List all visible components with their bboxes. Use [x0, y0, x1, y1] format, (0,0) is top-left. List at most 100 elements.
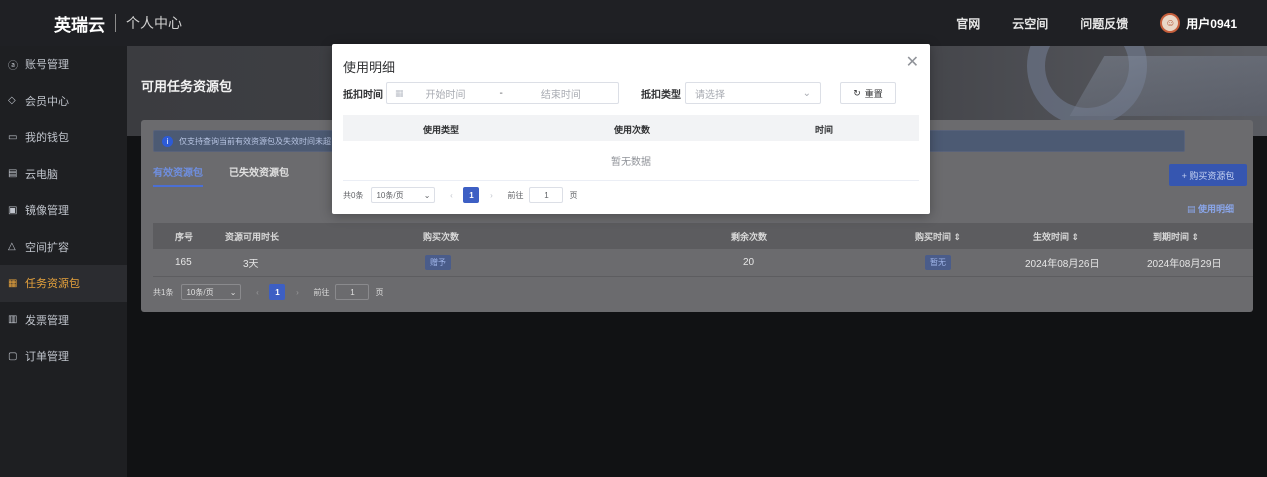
usage-details-link[interactable]: ▤ 使用明细 [1187, 202, 1234, 215]
page-unit: 页 [569, 190, 578, 200]
sidebar-item-label: 空间扩容 [25, 241, 69, 254]
divider [115, 14, 116, 32]
avatar[interactable]: ☺ [1160, 13, 1181, 33]
cell-id: 165 [175, 257, 192, 268]
prev-page-button[interactable]: ‹ [249, 284, 265, 300]
sidebar-item-account[interactable]: ⓐ 账号管理 [0, 46, 127, 83]
cell-purchase-type: 赠予 [425, 255, 451, 270]
goto-label: 前往 [507, 190, 524, 200]
order-icon: ▢ [8, 350, 18, 362]
package-icon: ▦ [8, 277, 18, 289]
top-nav: 官网 云空间 问题反馈 ☺ 用户0941 [956, 0, 1267, 46]
banner-decoration [1069, 56, 1267, 116]
column-header: 资源可用时长 [225, 231, 280, 242]
current-page[interactable]: 1 [269, 284, 286, 300]
sidebar-item-wallet[interactable]: ▭ 我的钱包 [0, 119, 127, 156]
page-unit: 页 [375, 287, 384, 297]
chevron-down-icon: ⌄ [423, 190, 431, 200]
current-page[interactable]: 1 [463, 187, 480, 203]
deduct-type-label: 抵扣类型 [641, 90, 681, 101]
cell-remaining: 20 [743, 257, 755, 268]
sidebar-item-task-packages[interactable]: ▦ 任务资源包 [0, 265, 127, 302]
nav-link-feedback[interactable]: 问题反馈 [1080, 15, 1128, 32]
cell-end-date: 2024年08月29日 [1147, 259, 1222, 270]
tabs: 有效资源包 已失效资源包 [153, 164, 315, 187]
column-header: 使用次数 [614, 125, 651, 135]
diamond-icon: ◇ [8, 95, 16, 107]
sidebar-item-cloud-pc[interactable]: ▤ 云电脑 [0, 156, 127, 193]
sidebar-item-label: 我的钱包 [25, 132, 69, 145]
sidebar-item-invoices[interactable]: ▥ 发票管理 [0, 302, 127, 339]
section-title: 个人中心 [126, 15, 182, 31]
total-count: 共0条 [343, 190, 364, 200]
next-page-button[interactable]: › [289, 284, 305, 300]
column-header: 序号 [175, 231, 194, 242]
user-name[interactable]: 用户0941 [1186, 15, 1237, 32]
buy-package-button[interactable]: + 购买资源包 [1169, 164, 1247, 186]
sidebar-item-orders[interactable]: ▢ 订单管理 [0, 338, 127, 375]
refresh-icon: ↻ [853, 87, 861, 98]
column-header-sortable[interactable]: 生效时间 ⇕ [1033, 230, 1079, 243]
pagination: 共1条 10条/页 ⌄ ‹ 1 › 前往 1 页 [153, 284, 383, 300]
tab-expired[interactable]: 已失效资源包 [229, 164, 289, 187]
invoice-icon: ▥ [8, 314, 18, 326]
logo[interactable]: 英瑞云 [54, 11, 105, 36]
sidebar-item-space[interactable]: △ 空间扩容 [0, 229, 127, 266]
cell-buy-time: 暂无 [925, 255, 951, 270]
column-header: 时间 [815, 125, 834, 135]
next-page-button[interactable]: › [483, 187, 499, 203]
notice-text: 仅支持查询当前有效资源包及失效时间未超 [179, 136, 331, 146]
sidebar-item-label: 账号管理 [25, 59, 69, 72]
cell-start-date: 2024年08月26日 [1025, 259, 1100, 270]
column-header-sortable[interactable]: 购买时间 ⇕ [915, 230, 961, 243]
chevron-down-icon: ⌄ [802, 87, 811, 99]
goto-input[interactable]: 1 [335, 284, 370, 300]
reset-button[interactable]: ↻ 重置 [840, 82, 896, 104]
empty-state: 暂无数据 [343, 141, 919, 181]
reset-label: 重置 [864, 88, 883, 99]
table-header: 序号 资源可用时长 购买次数 剩余次数 购买时间 ⇕ 生效时间 ⇕ 到期时间 ⇕ [153, 223, 1253, 249]
nav-link-cloud-space[interactable]: 云空间 [1012, 15, 1048, 32]
date-range-picker[interactable]: ▦ 开始时间 - 结束时间 [386, 82, 619, 104]
page-size-value: 10条/页 [376, 190, 404, 200]
cell-duration: 3天 [243, 259, 259, 270]
sidebar-item-label: 发票管理 [25, 314, 69, 327]
page-size-select[interactable]: 10条/页 ⌄ [371, 187, 436, 203]
calendar-icon: ▦ [395, 87, 404, 98]
sidebar-item-label: 云电脑 [25, 168, 58, 181]
sidebar-item-label: 订单管理 [25, 351, 69, 364]
dialog-pagination: 共0条 10条/页 ⌄ ‹ 1 › 前往 1 页 [343, 187, 577, 203]
start-date-input[interactable]: 开始时间 [426, 86, 466, 101]
tab-valid[interactable]: 有效资源包 [153, 164, 203, 187]
sidebar-item-label: 任务资源包 [25, 278, 80, 291]
wallet-icon: ▭ [8, 131, 18, 143]
cloud-icon: △ [8, 241, 16, 253]
total-count: 共1条 [153, 287, 174, 297]
deduct-time-label: 抵扣时间 [343, 90, 383, 101]
prev-page-button[interactable]: ‹ [443, 187, 459, 203]
column-header: 剩余次数 [731, 231, 768, 242]
page-size-value: 10条/页 [186, 287, 214, 297]
sidebar-item-label: 镜像管理 [25, 205, 69, 218]
page-size-select[interactable]: 10条/页 ⌄ [181, 284, 242, 300]
dialog-title: 使用明细 [343, 60, 396, 75]
top-bar: 英瑞云 个人中心 官网 云空间 问题反馈 ☺ 用户0941 [0, 0, 1267, 46]
image-icon: ▣ [8, 204, 18, 216]
chevron-down-icon: ⌄ [229, 287, 237, 297]
sidebar: ⓐ 账号管理 ◇ 会员中心 ▭ 我的钱包 ▤ 云电脑 ▣ 镜像管理 △ 空间扩容 ▦ 任务资源… [0, 46, 127, 477]
page-title: 可用任务资源包 [141, 79, 233, 94]
nav-link-official-site[interactable]: 官网 [956, 15, 980, 32]
usage-details-label: 使用明细 [1198, 204, 1235, 214]
close-icon[interactable]: ✕ [906, 52, 919, 72]
sidebar-item-images[interactable]: ▣ 镜像管理 [0, 192, 127, 229]
end-date-input[interactable]: 结束时间 [541, 86, 581, 101]
column-header-sortable[interactable]: 到期时间 ⇕ [1153, 230, 1199, 243]
info-icon: i [162, 135, 173, 147]
document-icon: ▤ [1187, 204, 1199, 214]
deduct-type-select[interactable]: 请选择 ⌄ [685, 82, 821, 104]
goto-input[interactable]: 1 [529, 187, 564, 203]
sidebar-item-membership[interactable]: ◇ 会员中心 [0, 83, 127, 120]
computer-icon: ▤ [8, 168, 18, 180]
goto-label: 前往 [313, 287, 330, 297]
select-placeholder: 请选择 [695, 89, 725, 101]
